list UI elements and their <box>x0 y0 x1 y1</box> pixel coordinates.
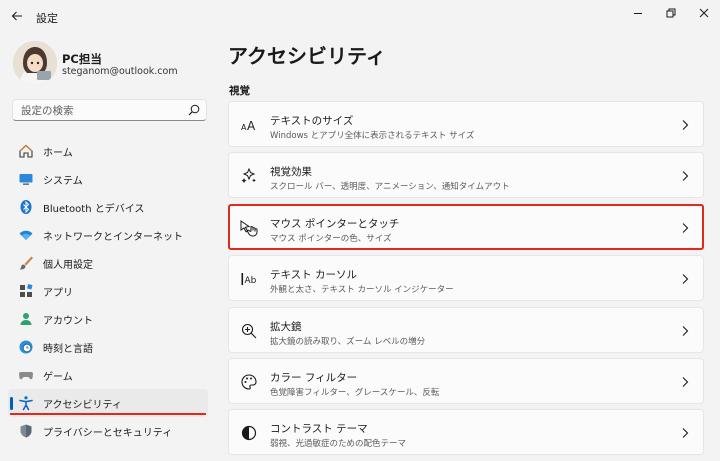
apps-icon <box>17 282 35 300</box>
back-arrow-icon[interactable] <box>10 9 24 23</box>
card-title: マウス ポインターとタッチ <box>270 217 400 230</box>
sidebar-item-accounts[interactable]: アカウント <box>8 305 208 333</box>
minimize-icon <box>634 13 642 14</box>
sidebar-item-label: アクセシビリティ <box>43 399 122 411</box>
brush-icon <box>17 254 35 272</box>
section-title: 視覚 <box>229 85 250 97</box>
sidebar-item-label: アカウント <box>43 315 93 327</box>
sidebar-item-apps[interactable]: アプリ <box>8 277 208 305</box>
mouse-pointer-touch-icon <box>239 218 259 238</box>
search-icon[interactable] <box>188 104 200 116</box>
chevron-right-icon <box>682 171 689 182</box>
chevron-right-icon <box>682 377 689 387</box>
sidebar-item-label: ホーム <box>43 147 73 159</box>
sidebar-item-home[interactable]: ホーム <box>8 137 208 165</box>
card-contrast-themes[interactable]: コントラスト テーマ 弱視、光過敏症のための配色テーマ <box>228 409 704 456</box>
sidebar-item-system[interactable]: システム <box>8 165 208 193</box>
card-title: テキストのサイズ <box>270 115 354 127</box>
globe-clock-icon <box>17 338 35 356</box>
card-text-size[interactable]: AA テキストのサイズ Windows とアプリ全体に表示されるテキスト サイズ <box>228 101 704 147</box>
card-title: テキスト カーソル <box>270 269 358 282</box>
sidebar-item-label: 時刻と言語 <box>43 343 93 355</box>
chevron-right-icon <box>682 274 689 285</box>
accessibility-icon <box>17 394 35 412</box>
card-title: 視覚効果 <box>270 166 312 179</box>
card-subtitle: スクロール バー、透明度、アニメーション、通知タイムアウト <box>270 182 510 193</box>
avatar-illustration-icon <box>13 41 57 85</box>
sidebar-item-label: 個人用設定 <box>43 259 93 271</box>
sidebar-item-privacy[interactable]: プライバシーとセキュリティ <box>8 417 208 445</box>
card-subtitle: 拡大鏡の読み取り、ズーム レベルの増分 <box>270 336 426 347</box>
visual-effects-icon <box>239 166 259 186</box>
card-subtitle: 色覚障害フィルター、グレースケール、反転 <box>270 387 440 398</box>
card-subtitle: 弱視、光過敏症のための配色テーマ <box>270 439 407 450</box>
text-cursor-icon: Ab <box>239 269 259 289</box>
svg-text:Ab: Ab <box>245 276 257 286</box>
search-box[interactable] <box>12 99 207 121</box>
shield-icon <box>17 422 35 440</box>
card-title: カラー フィルター <box>270 371 358 384</box>
card-subtitle: マウス ポインターの色、サイズ <box>270 233 392 244</box>
game-controller-icon <box>17 366 35 384</box>
user-email: steganom@outlook.com <box>62 66 178 77</box>
chevron-right-icon <box>682 222 689 233</box>
sidebar-item-network[interactable]: ネットワークとインターネット <box>8 221 208 249</box>
minimize-button[interactable] <box>628 6 648 20</box>
sidebar-item-personalization[interactable]: 個人用設定 <box>8 249 208 277</box>
card-magnifier[interactable]: 拡大鏡 拡大鏡の読み取り、ズーム レベルの増分 <box>228 306 704 353</box>
card-visual-effects[interactable]: 視覚効果 スクロール バー、透明度、アニメーション、通知タイムアウト <box>228 152 704 199</box>
card-color-filters[interactable]: カラー フィルター 色覚障害フィルター、グレースケール、反転 <box>228 357 704 404</box>
active-indicator <box>10 397 13 410</box>
sidebar-item-label: システム <box>43 175 83 187</box>
sidebar-nav: ホーム システム Bluetooth とデバイス ネットワークとインターネット … <box>8 137 208 445</box>
chevron-right-icon <box>682 120 689 130</box>
magnifier-icon <box>239 321 259 341</box>
sidebar-item-label: アプリ <box>43 287 73 299</box>
svg-text:A: A <box>247 119 256 133</box>
system-icon <box>17 170 35 188</box>
card-title: 拡大鏡 <box>270 320 302 333</box>
chevron-right-icon <box>682 428 689 439</box>
card-subtitle: Windows とアプリ全体に表示されるテキスト サイズ <box>270 131 475 141</box>
settings-card-list: AA テキストのサイズ Windows とアプリ全体に表示されるテキスト サイズ… <box>228 101 704 461</box>
sidebar-item-label: Bluetooth とデバイス <box>43 203 145 215</box>
card-mouse-pointer-touch[interactable]: マウス ポインターとタッチ マウス ポインターの色、サイズ <box>228 203 704 250</box>
sidebar-item-label: プライバシーとセキュリティ <box>43 427 173 439</box>
home-icon <box>17 142 35 160</box>
user-name: PC担当 <box>62 52 102 66</box>
avatar[interactable] <box>13 41 57 85</box>
maximize-button[interactable] <box>661 6 681 20</box>
contrast-icon <box>239 423 259 443</box>
sidebar-item-gaming[interactable]: ゲーム <box>8 361 208 389</box>
page-title: アクセシビリティ <box>228 44 386 68</box>
close-button[interactable] <box>694 6 714 20</box>
restore-icon <box>666 8 676 18</box>
close-icon <box>699 8 709 18</box>
title-bar: 設定 <box>0 0 720 32</box>
palette-icon <box>239 372 259 392</box>
bluetooth-icon <box>17 198 35 216</box>
chevron-right-icon <box>682 325 689 336</box>
highlight-underline <box>10 413 206 415</box>
network-icon <box>17 226 35 244</box>
text-size-icon: AA <box>239 115 259 135</box>
card-text-cursor[interactable]: Ab テキスト カーソル 外観と太さ、テキスト カーソル インジケーター <box>228 255 704 302</box>
app-title: 設定 <box>36 12 58 25</box>
sidebar-item-time-language[interactable]: 時刻と言語 <box>8 333 208 361</box>
card-title: コントラスト テーマ <box>270 423 368 436</box>
card-subtitle: 外観と太さ、テキスト カーソル インジケーター <box>270 285 454 296</box>
search-input[interactable] <box>19 102 188 120</box>
sidebar-item-label: ネットワークとインターネット <box>43 231 183 243</box>
sidebar-item-label: ゲーム <box>43 371 73 383</box>
account-icon <box>17 310 35 328</box>
sidebar-item-bluetooth[interactable]: Bluetooth とデバイス <box>8 193 208 221</box>
